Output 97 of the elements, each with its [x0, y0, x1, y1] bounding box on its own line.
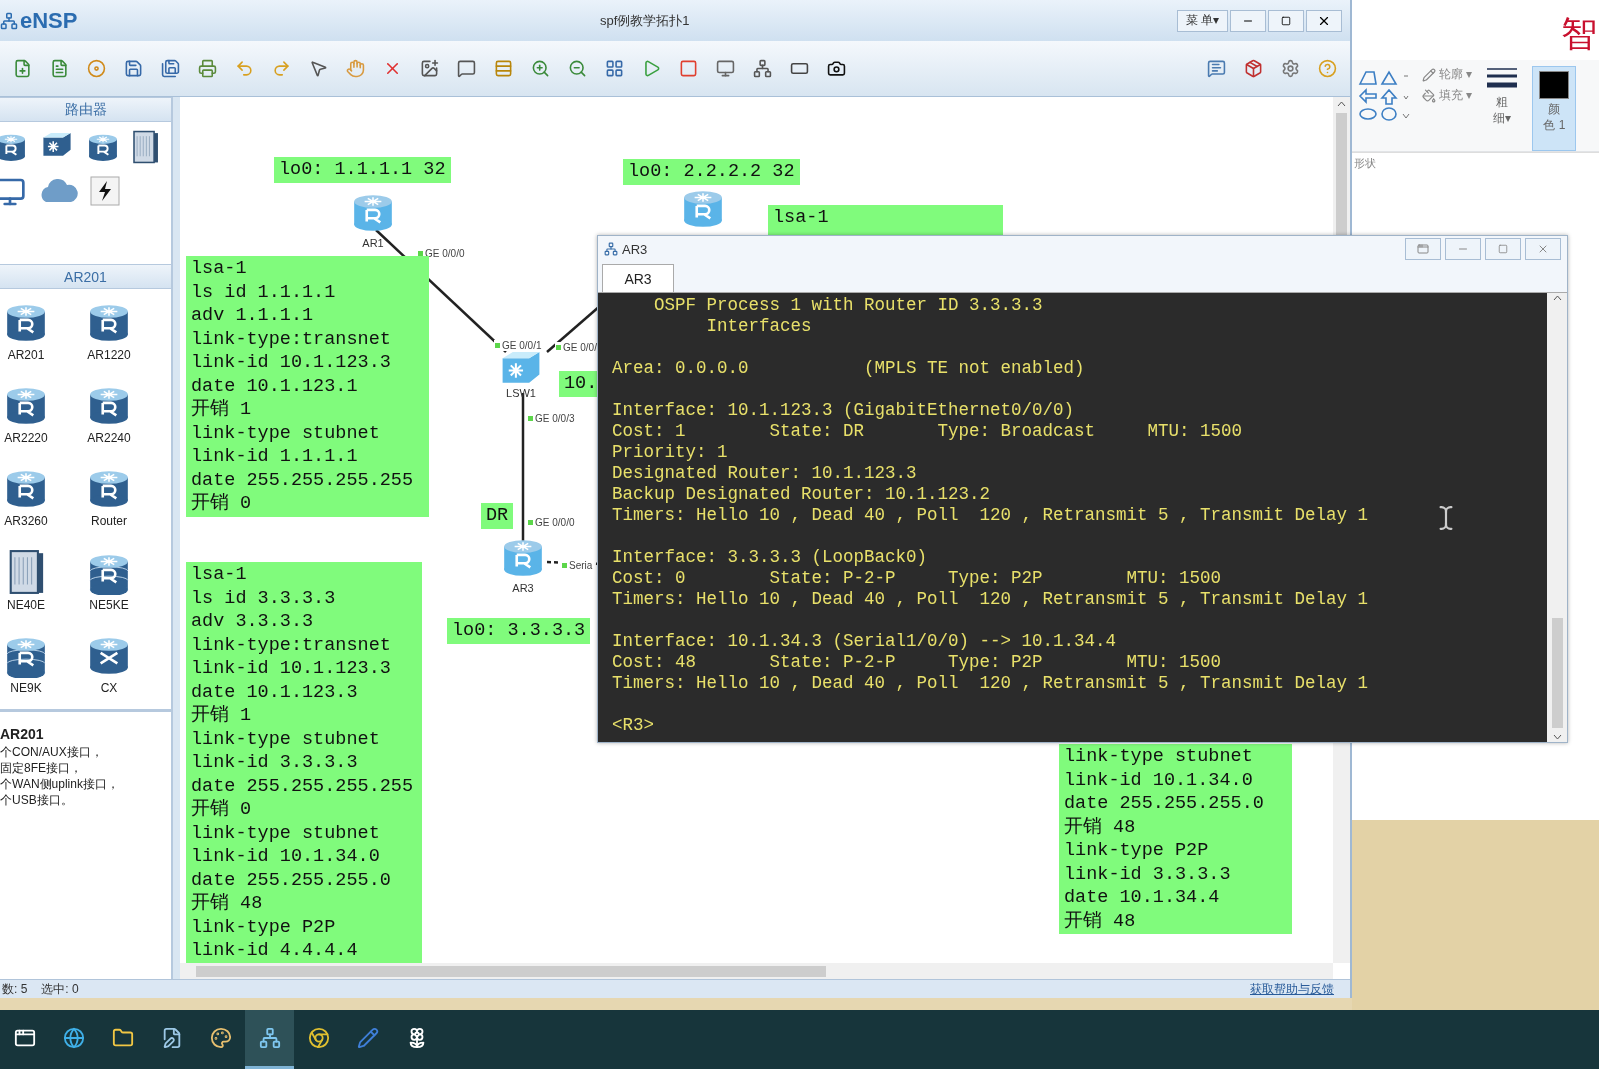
- annotation-text: lsa-1: [191, 257, 248, 281]
- device-item[interactable]: NE9K: [1, 631, 51, 706]
- console-text: <R3>: [612, 715, 654, 736]
- console-text: Interface: 3.3.3.3 (LoopBack0): [612, 547, 928, 568]
- device-item[interactable]: AR1220: [84, 299, 134, 373]
- annotation-text: lsa-1: [773, 206, 830, 230]
- device-info-text: 个USB接口。: [0, 792, 74, 808]
- annotation-text: date 255.255.255.255: [191, 774, 415, 798]
- console-text: Priority: 1: [612, 442, 728, 463]
- device-item[interactable]: AR3260: [1, 465, 51, 540]
- help-link[interactable]: 获取帮助与反馈: [1250, 980, 1334, 998]
- console-title: AR3: [622, 241, 648, 257]
- console-text: Timers: Hello 10 , Dead 40 , Poll 120 , Retransmit 5 , Transmit Delay 1: [612, 505, 1369, 526]
- annotation-text: link-type P2P: [191, 915, 337, 939]
- console-text: Interfaces: [705, 316, 812, 337]
- annotation-text: link-type stubnet: [1064, 745, 1254, 769]
- annotation-text: date 255.255.255.255: [191, 468, 415, 492]
- annotation-text: date 10.1.123.1: [191, 374, 359, 398]
- console-text: Designated Router: 10.1.123.3: [612, 463, 917, 484]
- port-label: GE 0/0/1: [494, 340, 543, 351]
- annotation-text: adv 1.1.1.1: [191, 304, 315, 328]
- console-text: Cost: 48 State: P-2-P Type: P2P MTU: 1500: [612, 652, 1222, 673]
- device-item[interactable]: NE40E: [1, 548, 51, 623]
- app-logo: eNSP: [20, 7, 78, 34]
- annotation-text: link-id 3.3.3.3: [191, 751, 359, 775]
- device-info-text: 个WAN侧uplink接口，: [0, 776, 120, 792]
- annotation-text: 开销 48: [1064, 815, 1137, 839]
- console-text: Timers: Hello 10 , Dead 40 , Poll 120 , Retransmit 5 , Transmit Delay 1: [612, 589, 1369, 610]
- menu-button[interactable]: 菜 单▾: [1176, 9, 1228, 32]
- console-text: Cost: 1 State: DR Type: Broadcast MTU: 1500: [612, 421, 1243, 442]
- device-info-title: AR201: [0, 726, 45, 742]
- console-text: Interface: 10.1.123.3 (GigabitEthernet0/0/0): [612, 400, 1075, 421]
- annotation-text: 开销 1: [191, 398, 253, 422]
- port-label: Seria: [561, 560, 594, 571]
- annotation-text: link-id 10.1.123.3: [191, 657, 392, 681]
- console-text: Area: 0.0.0.0 (MPLS TE not enabled): [612, 358, 1085, 379]
- annotation-text: adv 3.3.3.3: [191, 610, 315, 634]
- annotation-text: DR: [486, 504, 509, 528]
- annotation-text: link-id 1.1.1.1: [191, 445, 359, 469]
- annotation-text: 开销 1: [191, 704, 253, 728]
- console-tab[interactable]: AR3: [602, 264, 674, 292]
- size-button[interactable]: 粗 细▾: [1482, 66, 1523, 151]
- annotation-text: link-id 3.3.3.3: [1064, 862, 1232, 886]
- console-text: Timers: Hello 10 , Dead 40 , Poll 120 , Retransmit 5 , Transmit Delay 1: [612, 673, 1369, 694]
- device-info-text: 固定8FE接口，: [0, 760, 83, 776]
- group-label: 形状: [1353, 156, 1376, 169]
- device-item[interactable]: AR2220: [1, 382, 51, 457]
- annotation-text: date 10.1.34.4: [1064, 886, 1221, 910]
- port-label: GE 0/0/0: [527, 517, 576, 528]
- annotation-text: link-id 4.4.4.4: [191, 939, 359, 963]
- console-text: Backup Designated Router: 10.1.123.2: [612, 484, 991, 505]
- fill-menu[interactable]: 填充 ▾: [1422, 87, 1473, 104]
- color-button[interactable]: 颜 色 1: [1532, 66, 1577, 151]
- port-label: GE 0/0/: [555, 342, 598, 353]
- console-text: OSPF Process 1 with Router ID 3.3.3.3: [653, 295, 1043, 316]
- annotation-text: date 255.255.255.0: [1064, 792, 1265, 816]
- device-label: LSW1: [506, 386, 536, 399]
- selection-count: 选中: 0: [41, 980, 79, 998]
- annotation-text: 开销 48: [1064, 909, 1137, 933]
- annotation-text: link-id 10.1.123.3: [191, 351, 392, 375]
- category-header: 路由器: [0, 97, 171, 122]
- device-list-header: AR201: [0, 264, 171, 289]
- console-text: Interface: 10.1.34.3 (Serial1/0/0) --> 10.1.34.4: [612, 631, 1117, 652]
- annotation-text: link-type:transnet: [191, 327, 392, 351]
- annotation-text: link-id 10.1.34.0: [1064, 768, 1254, 792]
- annotation-text: link-type stubnet: [191, 421, 381, 445]
- corner-text: 智: [1561, 12, 1597, 56]
- port-label: GE 0/0/3: [527, 413, 576, 424]
- annotation-text: lo0: 2.2.2.2 32: [628, 160, 795, 184]
- window-title: spf例教学拓扑1: [600, 12, 690, 30]
- annotation-text: link-type P2P: [1064, 839, 1210, 863]
- annotation-text: 开销 0: [191, 492, 253, 516]
- annotation-text: ls id 1.1.1.1: [191, 280, 337, 304]
- annotation-text: date 10.1.123.3: [191, 680, 359, 704]
- annotation-text: date 255.255.255.0: [191, 868, 392, 892]
- annotation-text: 10.: [564, 372, 598, 396]
- annotation-text: lsa-1: [191, 563, 248, 587]
- console-text: Cost: 0 State: P-2-P Type: P2P MTU: 1500: [612, 568, 1222, 589]
- annotation-text: link-type stubnet: [191, 727, 381, 751]
- device-item[interactable]: CX: [84, 631, 134, 706]
- annotation-text: 开销 48: [191, 892, 264, 916]
- device-item[interactable]: AR2240: [84, 382, 134, 457]
- device-label: AR3: [512, 582, 534, 594]
- device-count: 数: 5: [2, 980, 28, 998]
- annotation-text: ls id 3.3.3.3: [191, 586, 337, 610]
- annotation-text: 开销 0: [191, 798, 253, 822]
- annotation-text: link-id 10.1.34.0: [191, 845, 381, 869]
- device-item[interactable]: Router: [84, 465, 134, 540]
- outline-menu[interactable]: 轮廓 ▾: [1422, 66, 1473, 83]
- annotation-text: link-type stubnet: [191, 821, 381, 845]
- device-item[interactable]: NE5KE: [84, 548, 134, 623]
- annotation-text: lo0: 1.1.1.1 32: [279, 158, 446, 182]
- annotation-text: lo0: 3.3.3.3: [452, 619, 586, 643]
- device-label: AR1: [362, 237, 384, 249]
- device-info-text: 个CON/AUX接口，: [0, 744, 104, 760]
- annotation-text: link-type:transnet: [191, 633, 392, 657]
- device-item[interactable]: AR201: [1, 299, 51, 373]
